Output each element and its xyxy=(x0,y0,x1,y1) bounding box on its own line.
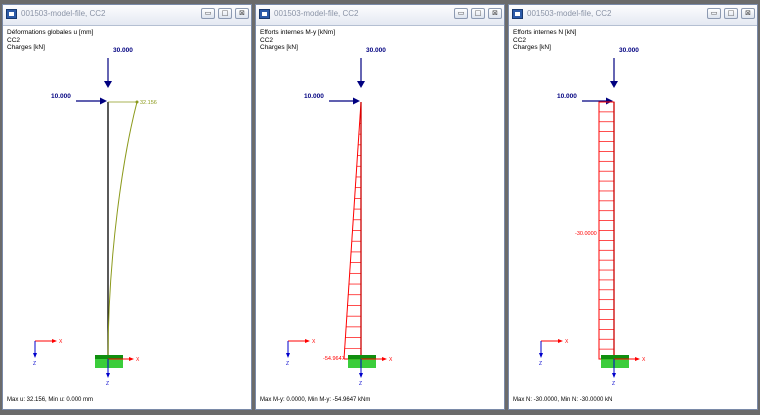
view-window-moment[interactable]: 001503-model-file, CC2 ▭ □ ⊠ Efforts int… xyxy=(255,4,505,410)
support-top xyxy=(348,355,376,359)
result-footer: Max M-y: 0.0000, Min M-y: -54.9647 kNm xyxy=(260,397,371,403)
horizontal-load-arrowhead xyxy=(606,97,613,105)
window-title: 001503-model-file, CC2 xyxy=(274,9,359,18)
normal-force-value: -30.0000 xyxy=(575,231,597,237)
node-z-label: Z xyxy=(612,381,615,387)
node-z-arrowhead xyxy=(106,373,110,378)
close-button[interactable]: ⊠ xyxy=(741,8,755,19)
node-z-label: Z xyxy=(359,381,362,387)
node-z-arrowhead xyxy=(359,373,363,378)
result-footer: Max N: -30.0000, Min N: -30.0000 kN xyxy=(513,397,613,403)
deformed-shape-curve xyxy=(107,101,138,360)
global-z-arrowhead xyxy=(33,353,37,358)
app-icon xyxy=(259,9,270,19)
structure-canvas[interactable]: 30.000 10.000 -30.0000 X Z X Z xyxy=(509,26,757,391)
structure-canvas[interactable]: 30.000 10.000 -54.9647 X Z X Z xyxy=(256,26,504,391)
title-bar[interactable]: 001503-model-file, CC2 ▭ □ ⊠ xyxy=(509,5,757,26)
horizontal-load-value: 10.000 xyxy=(304,93,324,100)
close-button[interactable]: ⊠ xyxy=(235,8,249,19)
vertical-load-value: 30.000 xyxy=(619,47,639,54)
view-window-normal-force[interactable]: 001503-model-file, CC2 ▭ □ ⊠ Efforts int… xyxy=(508,4,758,410)
minimize-button[interactable]: ▭ xyxy=(454,8,468,19)
global-z-arrowhead xyxy=(539,353,543,358)
horizontal-load-value: 10.000 xyxy=(557,93,577,100)
global-x-label: X xyxy=(312,339,316,345)
horizontal-load-arrowhead xyxy=(353,97,360,105)
view-window-deformation[interactable]: 001503-model-file, CC2 ▭ □ ⊠ Déformation… xyxy=(2,4,252,410)
node-z-arrowhead xyxy=(612,373,616,378)
vertical-load-arrowhead xyxy=(357,81,365,88)
minimize-button[interactable]: ▭ xyxy=(201,8,215,19)
window-title: 001503-model-file, CC2 xyxy=(527,9,612,18)
global-x-label: X xyxy=(59,339,63,345)
app-icon xyxy=(512,9,523,19)
structure-canvas[interactable]: 30.000 10.000 32.156 X Z X Z xyxy=(3,26,251,391)
node-x-arrowhead xyxy=(129,357,134,361)
vertical-load-arrowhead xyxy=(104,81,112,88)
global-z-label: Z xyxy=(539,361,542,367)
maximize-button[interactable]: □ xyxy=(471,8,485,19)
global-z-arrowhead xyxy=(286,353,290,358)
title-bar[interactable]: 001503-model-file, CC2 ▭ □ ⊠ xyxy=(3,5,251,26)
min-moment-value: -54.9647 xyxy=(323,356,345,362)
global-x-arrowhead xyxy=(558,339,563,343)
max-deformation-point xyxy=(135,100,139,104)
global-x-arrowhead xyxy=(305,339,310,343)
minimize-button[interactable]: ▭ xyxy=(707,8,721,19)
support-top xyxy=(601,355,629,359)
app-icon xyxy=(6,9,17,19)
support-top xyxy=(95,355,123,359)
node-z-label: Z xyxy=(106,381,109,387)
horizontal-load-value: 10.000 xyxy=(51,93,71,100)
close-button[interactable]: ⊠ xyxy=(488,8,502,19)
global-z-label: Z xyxy=(33,361,36,367)
node-x-label: X xyxy=(136,357,140,363)
node-x-label: X xyxy=(389,357,393,363)
maximize-button[interactable]: □ xyxy=(724,8,738,19)
max-deformation-value: 32.156 xyxy=(140,100,157,106)
vertical-load-arrowhead xyxy=(610,81,618,88)
node-x-label: X xyxy=(642,357,646,363)
vertical-load-value: 30.000 xyxy=(366,47,386,54)
result-footer: Max u: 32.156, Min u: 0.000 mm xyxy=(7,397,94,403)
maximize-button[interactable]: □ xyxy=(218,8,232,19)
title-bar[interactable]: 001503-model-file, CC2 ▭ □ ⊠ xyxy=(256,5,504,26)
global-x-label: X xyxy=(565,339,569,345)
normal-force-diagram-hatching xyxy=(599,111,614,350)
window-title: 001503-model-file, CC2 xyxy=(21,9,106,18)
horizontal-load-arrowhead xyxy=(100,97,107,105)
global-z-label: Z xyxy=(286,361,289,367)
vertical-load-value: 30.000 xyxy=(113,47,133,54)
global-x-arrowhead xyxy=(52,339,57,343)
node-x-arrowhead xyxy=(635,357,640,361)
node-x-arrowhead xyxy=(382,357,387,361)
